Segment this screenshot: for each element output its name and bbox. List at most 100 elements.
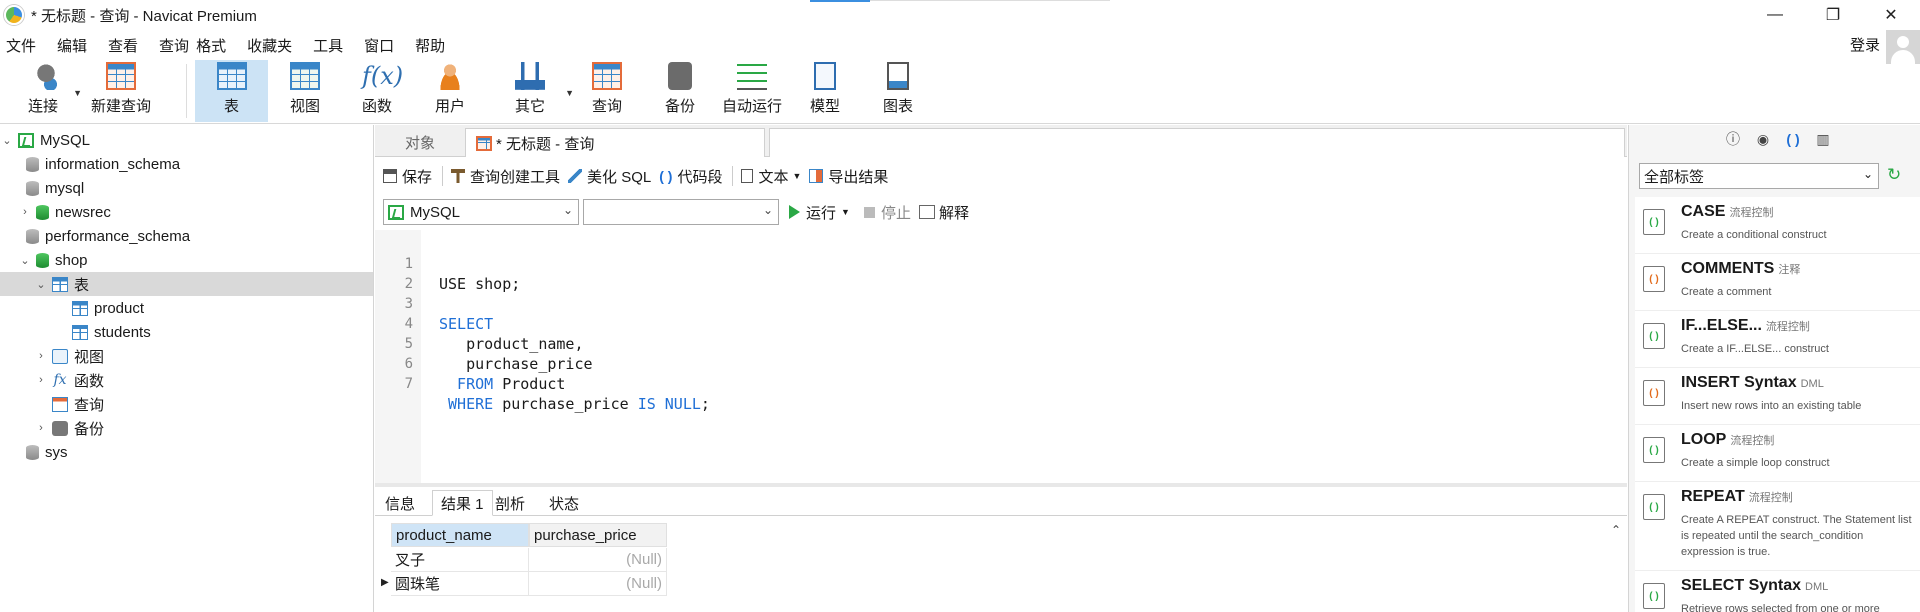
- code-snippet-button[interactable]: ( ) 代码段: [659, 166, 722, 187]
- other-dropdown-icon[interactable]: ▼: [565, 88, 574, 98]
- explain-button[interactable]: 解释: [918, 202, 969, 223]
- chevron-right-icon[interactable]: ›: [34, 422, 48, 434]
- splitter[interactable]: [375, 483, 1627, 487]
- list-item[interactable]: ( ) LOOP 流程控制 Create a simple loop constr…: [1635, 425, 1920, 482]
- chevron-right-icon[interactable]: ›: [18, 206, 32, 218]
- backup-icon: [52, 420, 68, 436]
- chevron-up-icon[interactable]: ⌃: [1611, 523, 1621, 537]
- minimize-button[interactable]: —: [1746, 0, 1804, 30]
- connect-button[interactable]: 连接 ▼: [18, 60, 82, 122]
- function-button[interactable]: f(x) 函数: [347, 60, 407, 122]
- other-button[interactable]: 其它 ▼: [500, 60, 574, 122]
- chevron-down-icon[interactable]: ⌄: [0, 134, 14, 147]
- model-button[interactable]: 模型: [795, 60, 855, 122]
- list-item[interactable]: ( ) IF...ELSE... 流程控制 Create a IF...ELSE.…: [1635, 311, 1920, 368]
- sql-editor[interactable]: 1 USE shop; 2 3 SELECT 4 product_name, 5…: [375, 230, 1627, 483]
- login-link[interactable]: 登录: [1850, 34, 1880, 55]
- list-item[interactable]: ( ) REPEAT 流程控制 Create A REPEAT construct…: [1635, 482, 1920, 571]
- new-query-button[interactable]: 新建查询: [88, 60, 154, 122]
- list-item[interactable]: ( ) INSERT Syntax DML Insert new rows int…: [1635, 368, 1920, 425]
- automation-button[interactable]: 自动运行: [720, 60, 784, 122]
- tag-filter-select[interactable]: 全部标签 ⌄: [1639, 163, 1879, 189]
- chart-button[interactable]: 图表: [868, 60, 928, 122]
- database-select[interactable]: ⌄: [583, 199, 779, 225]
- connection-select[interactable]: MySQL ⌄: [383, 199, 579, 225]
- database-icon: [36, 204, 49, 220]
- list-item[interactable]: ( ) CASE 流程控制 Create a conditional constr…: [1635, 197, 1920, 254]
- tab-profile[interactable]: 剖析: [487, 490, 533, 516]
- eye-icon[interactable]: ◉: [1755, 131, 1771, 147]
- save-button[interactable]: 保存: [383, 166, 432, 187]
- view-button[interactable]: 视图: [275, 60, 335, 122]
- tree-node-shop[interactable]: ⌄ shop: [0, 248, 373, 272]
- table-cell[interactable]: 圆珠笔: [391, 572, 529, 596]
- connection-icon: [18, 132, 34, 148]
- chevron-right-icon[interactable]: ›: [34, 350, 48, 362]
- window-controls: — ❐ ✕: [1746, 0, 1920, 30]
- run-button[interactable]: 运行 ▼: [789, 202, 850, 223]
- menu-edit[interactable]: 编辑: [43, 35, 94, 56]
- code-snippet-icon[interactable]: ( ): [1785, 131, 1801, 147]
- tree-node-newsrec[interactable]: › newsrec: [0, 200, 373, 224]
- table-cell[interactable]: 叉子: [391, 548, 529, 572]
- column-header-product-name[interactable]: product_name: [391, 523, 529, 547]
- menu-tools[interactable]: 工具: [299, 35, 350, 56]
- chevron-down-icon[interactable]: ⌄: [18, 254, 32, 267]
- list-item[interactable]: ( ) SELECT Syntax DML Retrieve rows selec…: [1635, 571, 1920, 612]
- info-icon[interactable]: ⓘ: [1725, 131, 1741, 147]
- connect-dropdown-icon[interactable]: ▼: [73, 88, 82, 98]
- menu-favorites[interactable]: 收藏夹: [233, 35, 299, 56]
- menu-format[interactable]: 格式: [196, 35, 233, 56]
- tab-info[interactable]: 信息: [377, 490, 423, 516]
- tab-status[interactable]: 状态: [541, 490, 587, 516]
- query-button[interactable]: 查询: [577, 60, 637, 122]
- text-dropdown-icon[interactable]: ▼: [792, 171, 801, 181]
- chevron-right-icon[interactable]: ›: [34, 374, 48, 386]
- menu-query[interactable]: 查询: [145, 35, 196, 56]
- tab-query[interactable]: * 无标题 - 查询: [465, 128, 765, 157]
- tree-node-backups[interactable]: › 备份: [0, 416, 373, 440]
- menu-view[interactable]: 查看: [94, 35, 145, 56]
- tree-node-views[interactable]: › 视图: [0, 344, 373, 368]
- table-icon: [72, 300, 88, 316]
- snippet-file-icon: ( ): [1643, 209, 1665, 235]
- title-divider: [870, 0, 1110, 1]
- run-dropdown-icon[interactable]: ▼: [841, 207, 850, 217]
- layout-icon[interactable]: ▥: [1815, 131, 1831, 147]
- chevron-down-icon: ⌄: [762, 203, 773, 217]
- tree-node-students[interactable]: students: [0, 320, 373, 344]
- close-button[interactable]: ✕: [1862, 0, 1920, 30]
- tree-node-mysql-connection[interactable]: ⌄ MySQL: [0, 128, 373, 152]
- tab-objects[interactable]: 对象: [375, 128, 465, 157]
- stop-button[interactable]: 停止: [863, 202, 911, 223]
- table-cell[interactable]: (Null): [529, 572, 667, 596]
- menu-help[interactable]: 帮助: [401, 35, 452, 56]
- backup-button[interactable]: 备份: [650, 60, 710, 122]
- maximize-button[interactable]: ❐: [1804, 0, 1862, 30]
- query-builder-button[interactable]: 查询创建工具: [451, 166, 560, 187]
- tree-node-functions[interactable]: › fx 函数: [0, 368, 373, 392]
- tree-node-tables[interactable]: ⌄ 表: [0, 272, 373, 296]
- table-cell[interactable]: (Null): [529, 548, 667, 572]
- chevron-down-icon[interactable]: ⌄: [34, 278, 48, 291]
- beautify-sql-button[interactable]: 美化 SQL: [568, 166, 651, 187]
- text-mode-button[interactable]: 文本 ▼: [741, 166, 801, 187]
- export-results-button[interactable]: 导出结果: [809, 166, 888, 187]
- connection-icon: [388, 204, 404, 220]
- tree-node-product[interactable]: product: [0, 296, 373, 320]
- column-header-purchase-price[interactable]: purchase_price: [529, 523, 667, 547]
- tree-node-performance-schema[interactable]: performance_schema: [0, 224, 373, 248]
- list-item[interactable]: ( ) COMMENTS 注释 Create a comment: [1635, 254, 1920, 311]
- refresh-icon[interactable]: ↻: [1887, 165, 1901, 185]
- tree-node-queries[interactable]: 查询: [0, 392, 373, 416]
- tree-node-sys[interactable]: sys: [0, 440, 373, 464]
- user-button[interactable]: 用户: [420, 60, 480, 122]
- menu-window[interactable]: 窗口: [350, 35, 401, 56]
- table-button[interactable]: 表: [195, 60, 268, 122]
- menu-file[interactable]: 文件: [0, 35, 43, 56]
- database-icon: [26, 444, 39, 460]
- tree-node-mysql-db[interactable]: mysql: [0, 176, 373, 200]
- database-icon: [36, 252, 49, 268]
- tree-node-information-schema[interactable]: information_schema: [0, 152, 373, 176]
- tab-result-1[interactable]: 结果 1: [432, 490, 493, 516]
